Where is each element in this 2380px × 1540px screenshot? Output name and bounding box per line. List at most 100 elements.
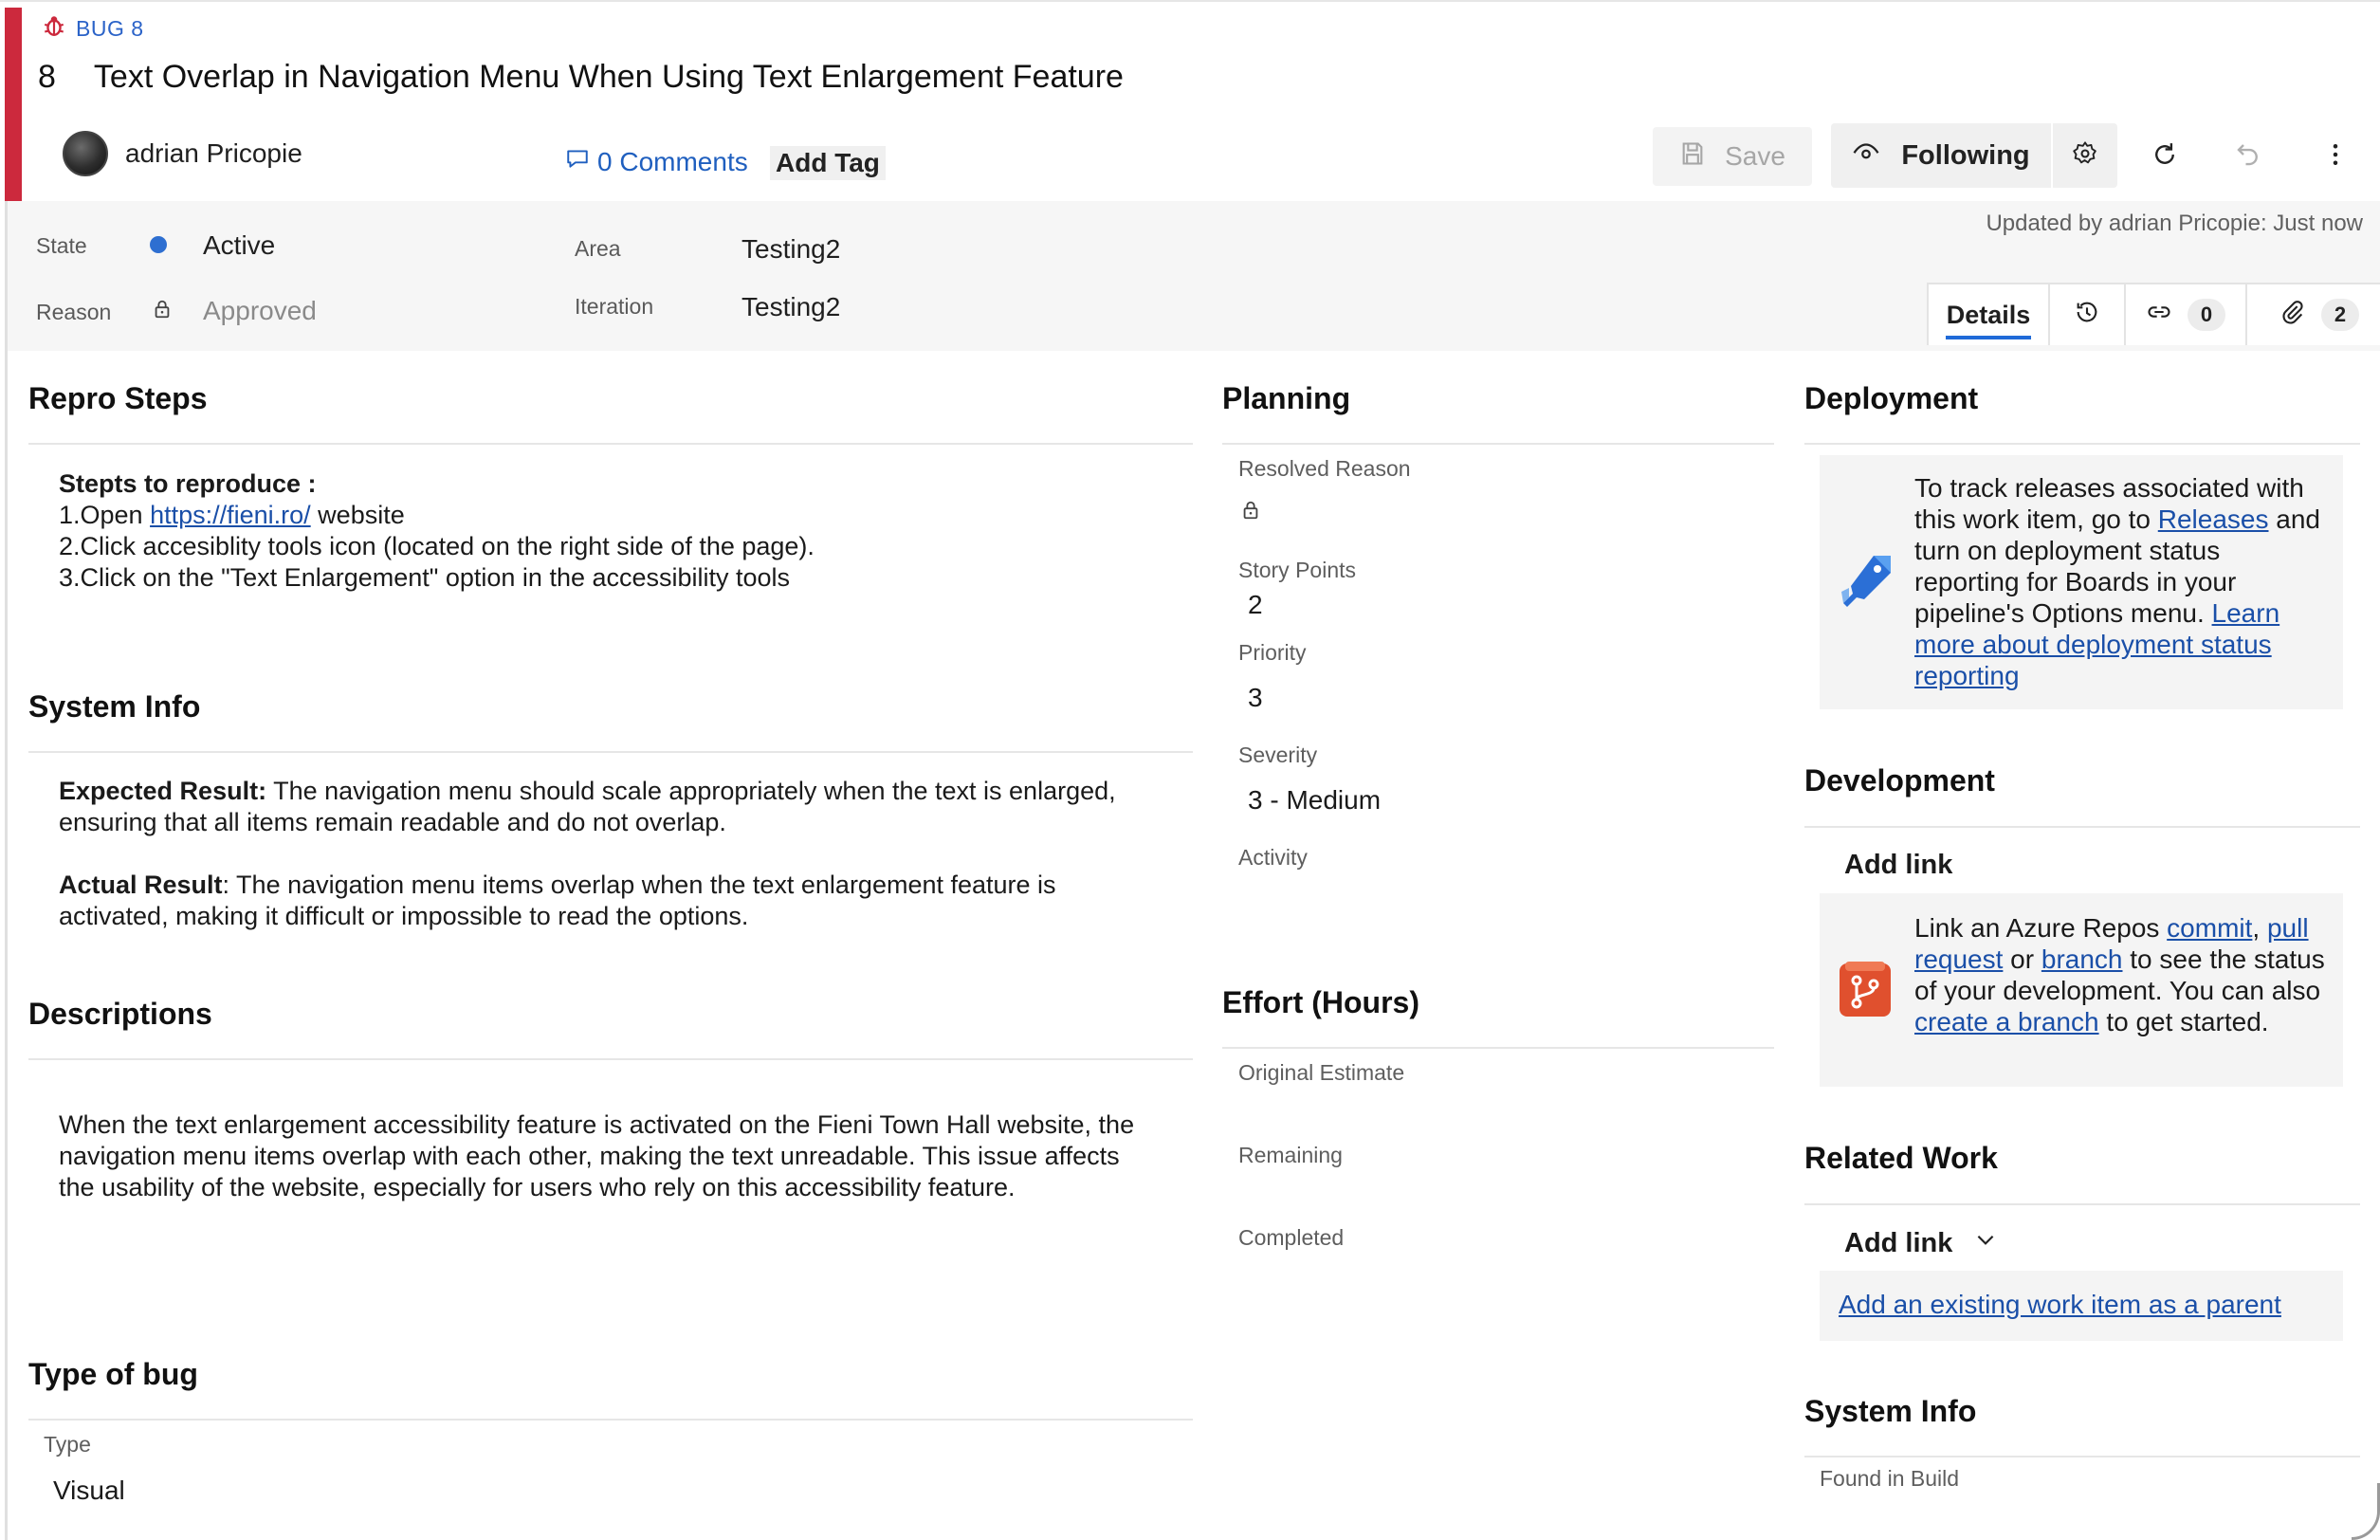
bug-color-bar [5, 8, 22, 201]
severity-value[interactable]: 3 - Medium [1248, 785, 1381, 816]
type-label: Type [44, 1432, 91, 1457]
state-dot-icon [150, 236, 167, 253]
undo-button[interactable] [2219, 127, 2278, 186]
chevron-down-icon [1973, 1227, 1998, 1259]
reason-value: Approved [203, 296, 317, 325]
create-branch-link[interactable]: create a branch [1914, 1007, 2099, 1036]
tab-links[interactable]: 0 [2126, 284, 2247, 345]
bug-icon [42, 13, 66, 44]
type-value[interactable]: Visual [53, 1476, 125, 1506]
divider [1222, 1047, 1774, 1049]
system-info-title: System Info [28, 689, 201, 724]
reason-label: Reason [36, 300, 112, 324]
refresh-button[interactable] [2135, 127, 2194, 186]
repos-icon [1838, 960, 1893, 1023]
area-value[interactable]: Testing2 [741, 234, 840, 265]
tab-attachments[interactable]: 2 [2247, 284, 2380, 345]
comments-link[interactable]: 0 Comments [565, 146, 748, 177]
tab-history[interactable] [2050, 284, 2126, 345]
comment-icon [565, 146, 590, 177]
iteration-value[interactable]: Testing2 [741, 292, 840, 322]
lock-icon [152, 298, 173, 325]
work-item-form: BUG 8 8 Text Overlap in Navigation Menu … [0, 0, 2380, 1540]
state-value[interactable]: Active [203, 230, 275, 261]
refresh-icon [2151, 140, 2179, 174]
development-or: or [2003, 944, 2041, 974]
repro-step3: 3.Click on the "Text Enlargement" option… [59, 563, 791, 592]
system-info-content[interactable]: Expected Result: The navigation menu sho… [59, 776, 1159, 932]
actual-label: Actual Result [59, 871, 223, 899]
more-actions-button[interactable] [2306, 127, 2365, 186]
repro-heading: Stepts to reproduce : [59, 469, 317, 498]
assigned-user-name: adrian Pricopie [125, 138, 302, 168]
save-icon [1679, 140, 1706, 174]
work-item-title[interactable]: Text Overlap in Navigation Menu When Usi… [94, 59, 1124, 96]
divider [1222, 443, 1774, 445]
tab-details[interactable]: Details [1929, 284, 2050, 345]
top-border [0, 0, 2380, 8]
activity-label: Activity [1238, 845, 1308, 870]
title-row: 8 Text Overlap in Navigation Menu When U… [38, 59, 1124, 96]
comments-count: 0 Comments [597, 146, 748, 176]
following-button[interactable]: Following [1831, 123, 2051, 188]
repro-step1-suffix: website [310, 501, 405, 529]
form-tabs: Details 0 2 [1927, 283, 2380, 345]
links-count: 0 [2187, 299, 2226, 331]
divider [1804, 1456, 2360, 1458]
found-in-build-label: Found in Build [1820, 1466, 1960, 1491]
development-comma: , [2252, 913, 2267, 943]
priority-value[interactable]: 3 [1248, 683, 1263, 713]
history-icon [2074, 299, 2100, 332]
save-button[interactable]: Save [1653, 127, 1812, 186]
type-of-bug-title: Type of bug [28, 1357, 198, 1391]
story-points-label: Story Points [1238, 558, 1356, 582]
descriptions-content[interactable]: When the text enlargement accessibility … [59, 1109, 1159, 1203]
deployment-text: To track releases associated with this w… [1914, 472, 2332, 691]
development-title: Development [1804, 763, 1995, 798]
expected-label: Expected Result: [59, 777, 267, 805]
effort-title: Effort (Hours) [1222, 985, 1419, 1019]
related-work-title: Related Work [1804, 1141, 1998, 1175]
add-parent-link[interactable]: Add an existing work item as a parent [1839, 1290, 2281, 1320]
follow-settings-button[interactable] [2053, 123, 2117, 188]
repro-steps-content[interactable]: Stepts to reproduce : 1.Open https://fie… [59, 468, 1187, 594]
divider [28, 751, 1193, 753]
divider [28, 443, 1193, 445]
divider [1804, 1203, 2360, 1205]
gear-icon [2072, 140, 2098, 172]
priority-label: Priority [1238, 640, 1307, 665]
avatar [63, 131, 108, 176]
deployment-title: Deployment [1804, 381, 1979, 415]
state-label: State [36, 233, 87, 258]
severity-label: Severity [1238, 742, 1318, 767]
tab-details-label: Details [1946, 300, 2031, 329]
resolved-reason-label: Resolved Reason [1238, 456, 1411, 481]
left-border [5, 201, 8, 1540]
divider [28, 1058, 1193, 1060]
link-icon [2146, 299, 2172, 332]
add-tag-button[interactable]: Add Tag [770, 146, 886, 180]
development-add-link[interactable]: Add link [1844, 850, 1952, 881]
repro-step1-link[interactable]: https://fieni.ro/ [150, 501, 311, 529]
divider [28, 1419, 1193, 1421]
related-add-link-dropdown[interactable]: Add link [1844, 1227, 1998, 1259]
eye-icon [1852, 138, 1880, 174]
attachments-count: 2 [2320, 299, 2360, 331]
area-label: Area [575, 236, 621, 261]
releases-link[interactable]: Releases [2158, 504, 2269, 534]
work-item-type-label: BUG 8 [42, 13, 144, 44]
divider [1804, 443, 2360, 445]
more-icon [2321, 140, 2350, 174]
repro-step1-prefix: 1.Open [59, 501, 151, 529]
branch-link[interactable]: branch [2041, 944, 2123, 974]
development-text-3: to get started. [2098, 1007, 2269, 1036]
undo-icon [2234, 140, 2262, 174]
assigned-user[interactable]: adrian Pricopie [63, 131, 302, 176]
original-estimate-label: Original Estimate [1238, 1060, 1405, 1085]
work-item-id: 8 [38, 59, 56, 95]
remaining-label: Remaining [1238, 1143, 1343, 1167]
development-add-link-label: Add link [1844, 850, 1953, 880]
iteration-label: Iteration [575, 294, 654, 319]
commit-link[interactable]: commit [2167, 913, 2252, 943]
story-points-value[interactable]: 2 [1248, 590, 1263, 620]
